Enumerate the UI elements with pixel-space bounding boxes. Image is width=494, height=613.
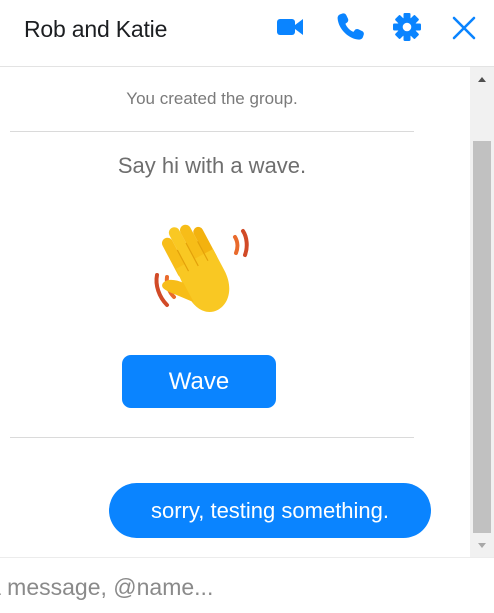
message-composer	[0, 557, 494, 613]
close-icon	[452, 16, 476, 40]
triangle-down-icon	[478, 543, 486, 548]
gear-icon	[393, 13, 421, 41]
scroll-up-button[interactable]	[470, 67, 494, 89]
video-call-button[interactable]	[272, 8, 308, 44]
wave-button[interactable]: Wave	[122, 355, 276, 408]
waving-hand-icon	[154, 224, 249, 312]
settings-button[interactable]	[389, 8, 425, 44]
outgoing-message-bubble: sorry, testing something.	[109, 483, 431, 538]
divider	[10, 437, 414, 438]
divider	[10, 131, 414, 132]
conversation-title: Rob and Katie	[24, 16, 168, 42]
scrollbar-thumb[interactable]	[473, 141, 491, 533]
voice-call-button[interactable]	[332, 8, 368, 44]
system-message: You created the group.	[126, 89, 298, 108]
message-input[interactable]	[0, 572, 470, 602]
video-camera-icon	[277, 19, 303, 35]
wave-prompt: Say hi with a wave.	[117, 153, 307, 178]
message-thread: You created the group. Say hi with a wav…	[0, 67, 470, 557]
close-button[interactable]	[446, 8, 482, 44]
scroll-down-button[interactable]	[470, 535, 494, 557]
triangle-up-icon	[478, 77, 486, 82]
phone-icon	[337, 13, 364, 40]
chat-scrollbar[interactable]	[470, 67, 494, 557]
chat-header: Rob and Katie	[0, 0, 494, 67]
